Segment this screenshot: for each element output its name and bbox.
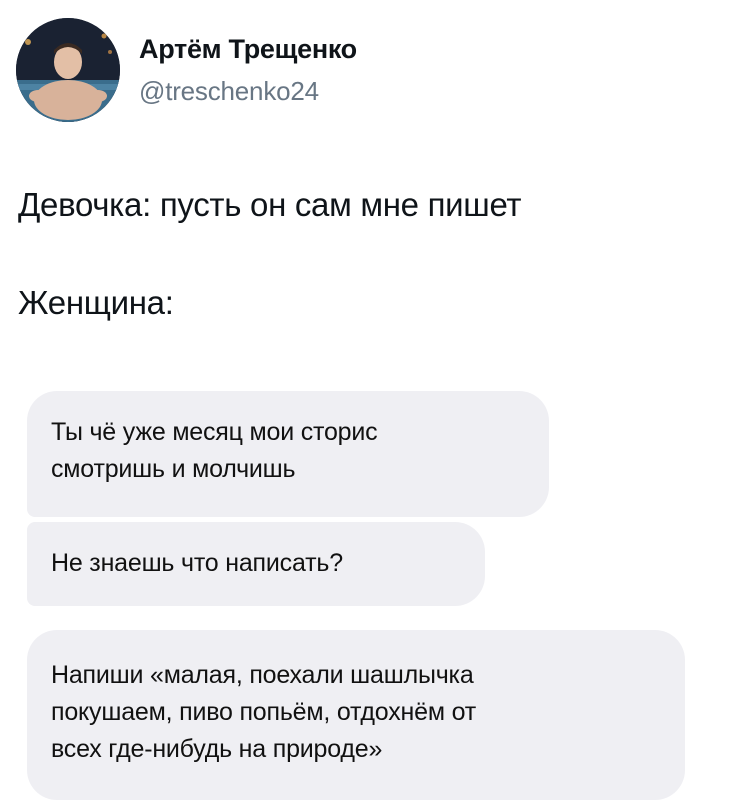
tweet-text-line: Женщина: [18,284,174,321]
message-text: Ты чё уже месяц мои сторис смотришь и мо… [51,418,378,483]
profile-photo-icon [16,18,120,122]
tweet-text-line: Девочка: пусть он сам мне пишет [18,186,522,223]
avatar[interactable] [16,18,120,122]
message-text: Не знаешь что написать? [51,549,343,577]
author-name[interactable]: Артём Трещенко [139,34,357,65]
message-bubble: Напиши «малая, поехали шашлычка покушаем… [27,630,685,800]
message-bubble: Ты чё уже месяц мои сторис смотришь и мо… [27,391,549,517]
author-handle[interactable]: @treschenko24 [139,76,319,107]
message-text: Напиши «малая, поехали шашлычка покушаем… [51,661,476,763]
message-bubble: Не знаешь что написать? [27,522,485,606]
